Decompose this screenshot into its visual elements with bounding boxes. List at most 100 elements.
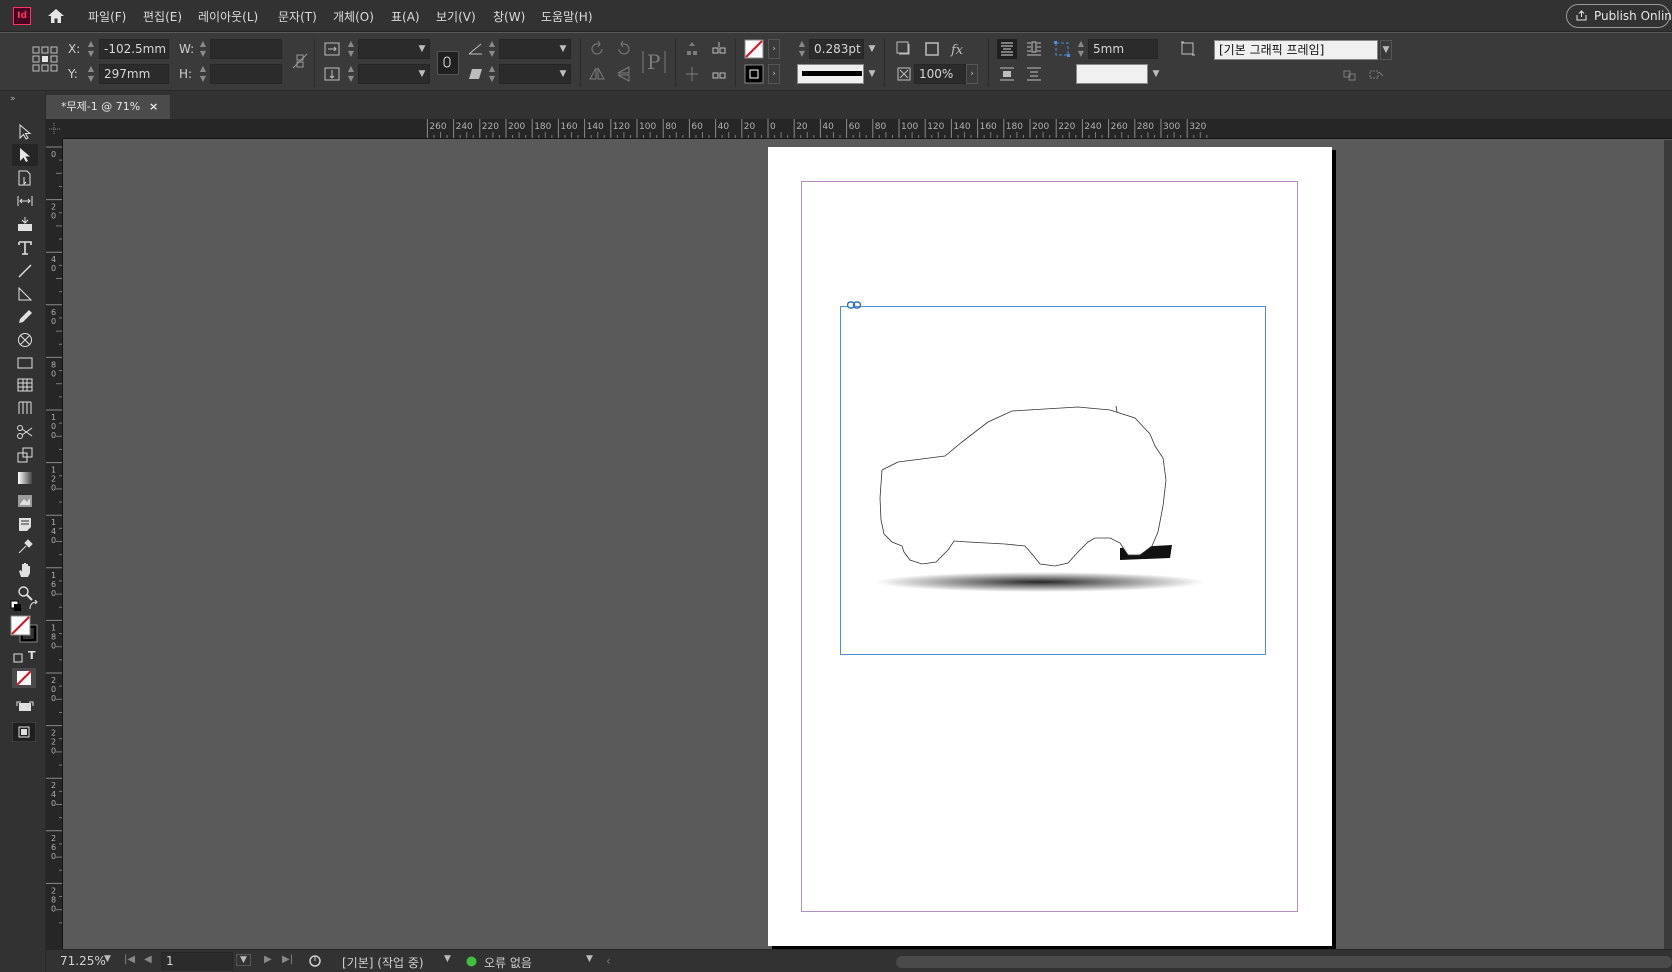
menu-table[interactable]: 표(A): [391, 8, 420, 25]
clear-non-style-attrs-icon[interactable]: [1366, 65, 1386, 85]
opacity-menu-arrow[interactable]: ›: [966, 64, 978, 84]
chevron-down-icon[interactable]: ▼: [557, 64, 569, 84]
eyedropper-tool-icon[interactable]: [12, 536, 38, 558]
content-collector-tool-icon[interactable]: [12, 213, 38, 235]
flip-horizontal-icon[interactable]: [587, 64, 607, 84]
x-stepper[interactable]: ▲ ▼: [86, 39, 96, 59]
fill-none-swatch-icon[interactable]: [744, 39, 764, 59]
h-field[interactable]: [210, 64, 282, 84]
stroke-weight-stepper[interactable]: ▲ ▼: [797, 39, 807, 59]
first-page-icon[interactable]: |◀: [124, 954, 135, 965]
rotate-ccw-icon[interactable]: [614, 39, 634, 59]
shear-stepper[interactable]: ▲ ▼: [487, 64, 497, 84]
direct-selection-tool-icon[interactable]: [12, 144, 38, 166]
select-previous-icon[interactable]: [682, 64, 702, 84]
note-tool-icon[interactable]: [12, 513, 38, 535]
next-page-icon[interactable]: ▶: [264, 954, 272, 965]
profile-dropdown-icon[interactable]: ▼: [444, 954, 451, 964]
fill-stroke-swatch-icon[interactable]: [10, 615, 40, 645]
stroke-color-field[interactable]: [1076, 64, 1148, 84]
wrap-jump-object-icon[interactable]: [997, 64, 1017, 84]
auto-fit-frame-icon[interactable]: [1052, 39, 1072, 59]
car-silhouette-image[interactable]: [870, 400, 1230, 600]
formatting-text-icon[interactable]: T: [28, 649, 36, 662]
reference-point-icon[interactable]: [32, 46, 58, 72]
fill-swatch-menu-arrow[interactable]: ›: [768, 39, 780, 59]
prev-page-icon[interactable]: ◀: [144, 954, 152, 965]
preflight-dropdown-icon[interactable]: ▼: [586, 954, 593, 964]
preflight-profile[interactable]: [기본] (작업 중): [342, 954, 424, 971]
last-page-icon[interactable]: ▶|: [282, 954, 293, 965]
frame-shadow-icon[interactable]: [922, 39, 942, 59]
page-dropdown-icon[interactable]: ▼: [236, 954, 251, 966]
swap-fill-stroke-icon[interactable]: [28, 600, 40, 612]
hand-tool-icon[interactable]: [12, 559, 38, 581]
line-tool-icon[interactable]: [12, 260, 38, 282]
menu-edit[interactable]: 편집(E): [143, 8, 182, 25]
menu-file[interactable]: 파일(F): [88, 8, 126, 25]
home-icon[interactable]: [46, 6, 66, 26]
clear-overrides-icon[interactable]: [1340, 65, 1360, 85]
menu-layout[interactable]: 레이아웃(L): [198, 8, 258, 25]
vertical-scrollbar[interactable]: [1664, 140, 1672, 949]
collapse-panel-icon[interactable]: »: [10, 94, 16, 104]
wrap-next-column-icon[interactable]: [1024, 64, 1044, 84]
drop-shadow-frame-icon[interactable]: [894, 39, 914, 59]
chevron-down-icon[interactable]: ▼: [1150, 64, 1162, 84]
object-style-select[interactable]: [기본 그래픽 프레임]: [1214, 40, 1378, 60]
scissors-tool-icon[interactable]: [12, 421, 38, 443]
rotate-stepper[interactable]: ▲ ▼: [487, 39, 497, 59]
selection-tool-icon[interactable]: [12, 121, 38, 143]
ruler-origin[interactable]: [46, 119, 63, 139]
rotate-cw-icon[interactable]: [587, 39, 607, 59]
w-field[interactable]: [210, 39, 282, 59]
h-stepper[interactable]: ▲ ▼: [198, 64, 208, 84]
y-stepper[interactable]: ▲ ▼: [86, 64, 96, 84]
constrain-proportions-icon[interactable]: [290, 51, 310, 71]
horizontal-ruler[interactable]: 260 240 220 200 180 160 140 120 100 80 60 40 20 0 20 40…: [46, 119, 1672, 139]
chevron-down-icon[interactable]: ▼: [557, 39, 569, 59]
document-tab[interactable]: *무제-1 @ 71% ×: [46, 95, 170, 119]
formatting-container-icon[interactable]: [12, 652, 24, 664]
pencil-tool-icon[interactable]: [12, 306, 38, 328]
chevron-down-icon[interactable]: ▼: [866, 64, 878, 84]
default-fill-stroke-icon[interactable]: [10, 600, 22, 612]
fx-icon[interactable]: fx: [950, 39, 970, 59]
vertical-ruler[interactable]: 020406080100120140160180200220240260280: [46, 139, 63, 949]
select-container-icon[interactable]: [682, 39, 702, 59]
page-tool-icon[interactable]: [12, 167, 38, 189]
x-field[interactable]: -102.5mm: [99, 39, 169, 59]
opacity-field[interactable]: 100%: [914, 64, 966, 84]
gradient-feather-tool-icon[interactable]: [12, 490, 38, 512]
link-icon[interactable]: [847, 301, 861, 309]
stroke-weight-field[interactable]: 0.283pt: [809, 39, 864, 59]
preview-mode-icon[interactable]: [12, 722, 36, 742]
scroll-left-icon[interactable]: ‹: [606, 954, 611, 968]
constrain-scale-icon[interactable]: [437, 51, 459, 75]
spacing-stepper[interactable]: ▲ ▼: [1076, 39, 1086, 59]
menu-window[interactable]: 창(W): [493, 8, 525, 25]
gap-tool-icon[interactable]: [12, 190, 38, 212]
menu-view[interactable]: 보기(V): [436, 8, 476, 25]
y-field[interactable]: 297mm: [99, 64, 169, 84]
grid-tool-icon[interactable]: [12, 397, 38, 419]
select-next-icon[interactable]: [709, 64, 729, 84]
horizontal-scrollbar[interactable]: [896, 956, 1672, 968]
chevron-down-icon[interactable]: ▼: [1380, 40, 1392, 60]
stroke-black-swatch-icon[interactable]: [744, 64, 764, 84]
open-page-icon[interactable]: [308, 954, 322, 968]
zoom-level[interactable]: 71.25%: [60, 954, 106, 968]
menu-type[interactable]: 문자(T): [278, 8, 317, 25]
rectangle-frame-tool-icon[interactable]: [12, 329, 38, 351]
menu-help[interactable]: 도움말(H): [541, 8, 593, 25]
flip-vertical-icon[interactable]: [614, 64, 634, 84]
select-content-icon[interactable]: [709, 39, 729, 59]
wrap-bounding-box-icon[interactable]: [997, 39, 1017, 59]
publish-online-button[interactable]: Publish Online: [1566, 4, 1672, 28]
chevron-down-icon[interactable]: ▼: [416, 64, 428, 84]
scale-x-stepper[interactable]: ▲ ▼: [346, 39, 356, 59]
screen-mode-icon[interactable]: [16, 700, 34, 714]
apply-none-icon[interactable]: [12, 668, 36, 688]
table-tool-icon[interactable]: [12, 374, 38, 396]
zoom-dropdown-icon[interactable]: ▼: [104, 954, 111, 964]
